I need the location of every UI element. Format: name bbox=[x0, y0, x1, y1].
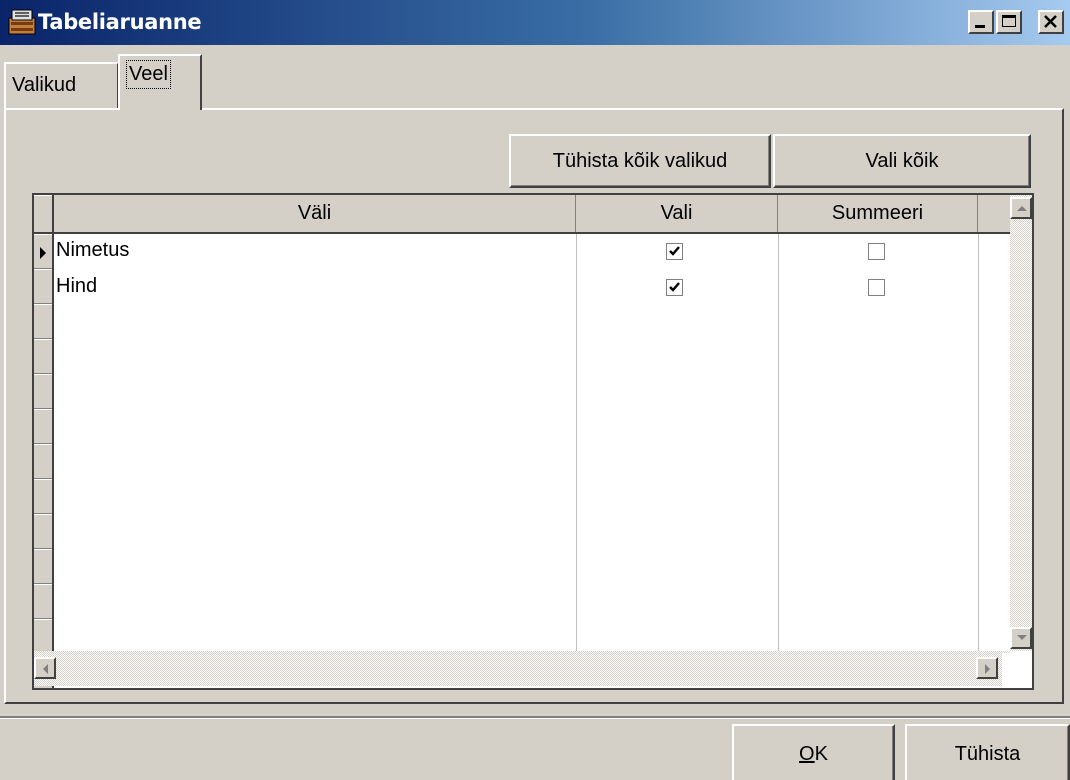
vertical-scrollbar[interactable] bbox=[1010, 195, 1032, 651]
table-row[interactable]: Nimetus bbox=[54, 233, 1010, 269]
maximize-icon bbox=[1002, 15, 1016, 27]
row-indicator[interactable] bbox=[34, 549, 52, 584]
row-indicator-column bbox=[34, 195, 54, 688]
current-row-arrow-icon bbox=[40, 247, 46, 259]
tab-valikud[interactable]: Valikud bbox=[4, 62, 119, 108]
arrow-down-icon bbox=[1017, 635, 1027, 640]
arrow-up-icon bbox=[1017, 206, 1027, 211]
cancel-label: Tühista bbox=[954, 743, 1021, 765]
row-indicator[interactable] bbox=[34, 479, 52, 514]
scroll-corner bbox=[1002, 653, 1032, 686]
row-indicator[interactable] bbox=[34, 444, 52, 479]
close-button[interactable] bbox=[1038, 10, 1064, 34]
select-all-button[interactable]: Vali kõik bbox=[773, 134, 1031, 188]
table-row[interactable]: Hind bbox=[54, 269, 1010, 305]
select-checkbox[interactable] bbox=[666, 279, 683, 296]
row-indicator[interactable] bbox=[34, 339, 52, 374]
checkmark-icon bbox=[669, 246, 680, 256]
field-name-cell: Nimetus bbox=[56, 239, 130, 261]
column-header-sum[interactable]: Summeeri bbox=[778, 195, 978, 232]
grid-header: Väli Vali Summeeri bbox=[54, 195, 1010, 234]
row-indicator[interactable] bbox=[34, 374, 52, 409]
footer-separator bbox=[0, 716, 1070, 719]
fields-grid: Väli Vali Summeeri Nimetus Hind bbox=[32, 193, 1034, 690]
column-header-field[interactable]: Väli bbox=[54, 195, 576, 232]
tab-veel[interactable]: Veel bbox=[118, 54, 202, 110]
indicator-header bbox=[34, 195, 52, 234]
ok-button[interactable]: OK bbox=[732, 724, 895, 780]
select-checkbox[interactable] bbox=[666, 243, 683, 260]
scroll-up-button[interactable] bbox=[1010, 197, 1032, 219]
field-name-cell: Hind bbox=[56, 275, 98, 297]
row-indicator[interactable] bbox=[34, 234, 52, 269]
tab-veel-label: Veel bbox=[126, 60, 171, 89]
ok-label-rest: K bbox=[814, 743, 828, 765]
clear-all-selections-label: Tühista kõik valikud bbox=[552, 150, 728, 172]
horizontal-scrollbar[interactable] bbox=[34, 651, 1010, 686]
scroll-left-button[interactable] bbox=[34, 657, 56, 679]
title-bar[interactable]: Tabeliaruanne bbox=[0, 0, 1070, 45]
tabeliaruanne-window: Tabeliaruanne Valikud Veel Tühista kõik … bbox=[0, 0, 1070, 780]
scroll-down-button[interactable] bbox=[1010, 627, 1032, 649]
ok-label: OK bbox=[799, 726, 828, 780]
row-indicator[interactable] bbox=[34, 619, 52, 654]
arrow-left-icon bbox=[43, 664, 48, 674]
column-header-select[interactable]: Vali bbox=[576, 195, 778, 232]
ok-access-key: O bbox=[799, 743, 815, 765]
tab-valikud-label: Valikud bbox=[12, 74, 77, 96]
sum-checkbox[interactable] bbox=[868, 243, 885, 260]
arrow-right-icon bbox=[985, 664, 990, 674]
cancel-button[interactable]: Tühista bbox=[905, 724, 1070, 780]
minimize-icon bbox=[975, 25, 985, 28]
sum-checkbox[interactable] bbox=[868, 279, 885, 296]
clear-all-selections-button[interactable]: Tühista kõik valikud bbox=[509, 134, 771, 188]
select-all-label: Vali kõik bbox=[865, 150, 939, 172]
maximize-button[interactable] bbox=[996, 10, 1022, 34]
window-title: Tabeliaruanne bbox=[38, 10, 202, 34]
row-indicator[interactable] bbox=[34, 304, 52, 339]
row-indicator[interactable] bbox=[34, 584, 52, 619]
scroll-right-button[interactable] bbox=[976, 657, 998, 679]
app-icon bbox=[8, 9, 36, 35]
row-indicator[interactable] bbox=[34, 514, 52, 549]
checkmark-icon bbox=[669, 282, 680, 292]
row-indicator[interactable] bbox=[34, 409, 52, 444]
minimize-button[interactable] bbox=[968, 10, 994, 34]
row-indicator[interactable] bbox=[34, 269, 52, 304]
close-icon bbox=[1044, 15, 1057, 28]
